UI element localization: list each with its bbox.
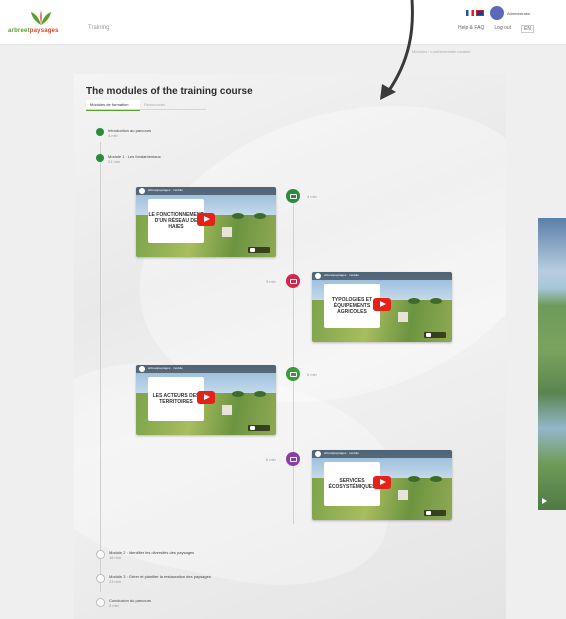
- video-node: [286, 452, 300, 466]
- module-duration: 4 min: [108, 133, 118, 138]
- module-duration: 23 min: [109, 579, 122, 584]
- leaf-logo-icon: [31, 10, 51, 25]
- video-caption: SERVICES ÉCOSYSTÉMIQUES: [328, 478, 376, 490]
- youtube-logo-icon[interactable]: [424, 332, 446, 338]
- youtube-play-icon[interactable]: [197, 213, 215, 226]
- status-dot: [96, 598, 105, 607]
- youtube-logo-icon[interactable]: [248, 247, 270, 253]
- module-item[interactable]: Conclusion du parcours 3 min: [96, 598, 151, 608]
- camera-icon: [289, 371, 297, 377]
- module-duration: 3 min: [109, 603, 119, 608]
- brand-logo[interactable]: arbreetpaysages: [8, 10, 74, 36]
- module-duration: 21 min: [108, 159, 121, 164]
- camera-icon: [289, 456, 297, 462]
- page-title: The modules of the training course: [86, 86, 253, 97]
- module-item[interactable]: Module 2 : Identifier les diversités des…: [96, 550, 194, 560]
- module-title: Module 3 : Gérer et planifier la restaur…: [109, 574, 211, 579]
- video-top-text: arbreetpaysages · module: [324, 451, 359, 455]
- video-card[interactable]: arbreetpaysages · module LES ACTEURS DES…: [136, 365, 276, 435]
- video-top-text: arbreetpaysages · module: [148, 366, 183, 370]
- video-card[interactable]: arbreetpaysages · module TYPOLOGIES ET É…: [312, 272, 452, 342]
- video-card[interactable]: arbreetpaysages · module LE FONCTIONNEME…: [136, 187, 276, 257]
- module-item[interactable]: Introduction au parcours 4 min: [96, 128, 151, 138]
- youtube-play-icon[interactable]: [197, 391, 215, 404]
- side-video-thumbnail[interactable]: [538, 218, 566, 510]
- node-duration: 6 min: [307, 372, 317, 377]
- video-node: [286, 367, 300, 381]
- logo-text-a: arbreet: [8, 28, 30, 34]
- annotation-arrow-icon: [380, 0, 414, 100]
- module-item[interactable]: Module 1 : Les fondamentaux 21 min: [96, 154, 161, 164]
- camera-icon: [289, 193, 297, 199]
- video-node: [286, 189, 300, 203]
- youtube-logo-icon[interactable]: [248, 425, 270, 431]
- nav-training-link[interactable]: Training: [88, 25, 109, 31]
- module-title: Module 2 : Identifier les diversités des…: [109, 550, 195, 555]
- node-duration: 5 min: [266, 279, 276, 284]
- avatar[interactable]: [490, 6, 504, 20]
- module-item[interactable]: Module 3 : Gérer et planifier la restaur…: [96, 574, 211, 584]
- video-top-text: arbreetpaysages · module: [148, 188, 183, 192]
- breadcrumb[interactable]: Modules / Lumbermaster module: [412, 49, 470, 54]
- video-card[interactable]: arbreetpaysages · module SERVICES ÉCOSYS…: [312, 450, 452, 520]
- video-caption: LES ACTEURS DES TERRITOIRES: [152, 393, 200, 405]
- help-link[interactable]: Help & FAQ: [458, 25, 484, 33]
- status-dot: [96, 128, 104, 136]
- youtube-play-icon[interactable]: [373, 298, 391, 311]
- logout-link[interactable]: Log out: [494, 25, 511, 33]
- france-flag-icon[interactable]: [466, 10, 474, 16]
- logo-text-b: paysages: [29, 28, 59, 34]
- video-caption: LE FONCTIONNEMENT D'UN RÉSEAU DE HAIES: [148, 212, 204, 230]
- uk-flag-icon[interactable]: [476, 10, 484, 16]
- youtube-logo-icon[interactable]: [424, 510, 446, 516]
- language-flags[interactable]: [466, 10, 484, 16]
- camera-icon: [289, 278, 297, 284]
- status-dot: [96, 154, 104, 162]
- module-duration: 18 min: [109, 555, 122, 560]
- top-bar: arbreetpaysages Training Administrator H…: [0, 0, 566, 45]
- language-button[interactable]: EN: [521, 25, 535, 33]
- status-dot: [96, 574, 105, 583]
- course-panel: The modules of the training course Modul…: [74, 74, 506, 619]
- youtube-play-icon[interactable]: [373, 476, 391, 489]
- username: Administrator: [507, 10, 531, 16]
- status-dot: [96, 550, 105, 559]
- video-node: [286, 274, 300, 288]
- user-menu[interactable]: Administrator: [490, 6, 531, 20]
- node-duration: 6 min: [266, 457, 276, 462]
- video-caption: TYPOLOGIES ET ÉQUIPEMENTS AGRICOLES: [331, 297, 373, 315]
- video-top-text: arbreetpaysages · module: [324, 273, 359, 277]
- play-icon[interactable]: [542, 498, 547, 504]
- node-duration: 4 min: [307, 194, 317, 199]
